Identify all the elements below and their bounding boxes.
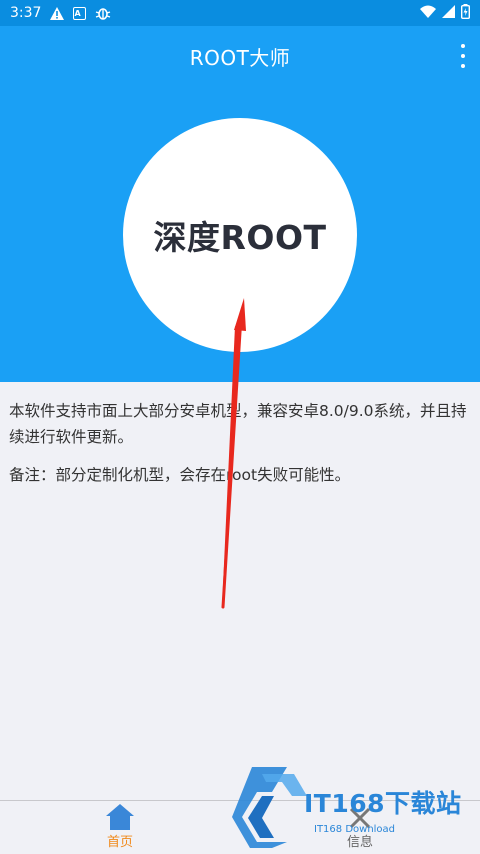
a-box-icon: A xyxy=(73,6,87,20)
home-icon xyxy=(105,803,135,835)
status-bar: 3:37 A xyxy=(0,0,480,26)
note-text: 备注：部分定制化机型，会存在root失败可能性。 xyxy=(9,466,351,484)
hero-banner: 深度ROOT xyxy=(0,86,480,382)
nav-item-info[interactable]: 信息 xyxy=(240,801,480,853)
tools-icon xyxy=(346,805,374,835)
deep-root-button[interactable]: 深度ROOT xyxy=(123,118,357,352)
battery-icon xyxy=(460,3,470,23)
nav-item-home[interactable]: 首页 xyxy=(0,801,240,853)
app-bar: ROOT大师 xyxy=(0,26,480,86)
signal-icon xyxy=(442,4,455,22)
bottom-nav: 首页 信息 xyxy=(0,800,480,853)
nav-item-home-label: 首页 xyxy=(106,835,133,850)
content-area: 本软件支持市面上大部分安卓机型，兼容安卓8.0/9.0系统，并且持续进行软件更新… xyxy=(0,382,480,500)
warning-icon xyxy=(50,6,65,20)
wifi-icon xyxy=(420,5,436,22)
nav-item-info-label: 信息 xyxy=(346,835,373,850)
more-vert-icon[interactable] xyxy=(458,44,468,68)
status-time: 3:37 xyxy=(10,5,42,21)
description-text: 本软件支持市面上大部分安卓机型，兼容安卓8.0/9.0系统，并且持续进行软件更新… xyxy=(9,402,467,446)
app-title: ROOT大师 xyxy=(189,45,291,70)
deep-root-label: 深度ROOT xyxy=(153,218,327,257)
bug-icon xyxy=(95,6,111,20)
